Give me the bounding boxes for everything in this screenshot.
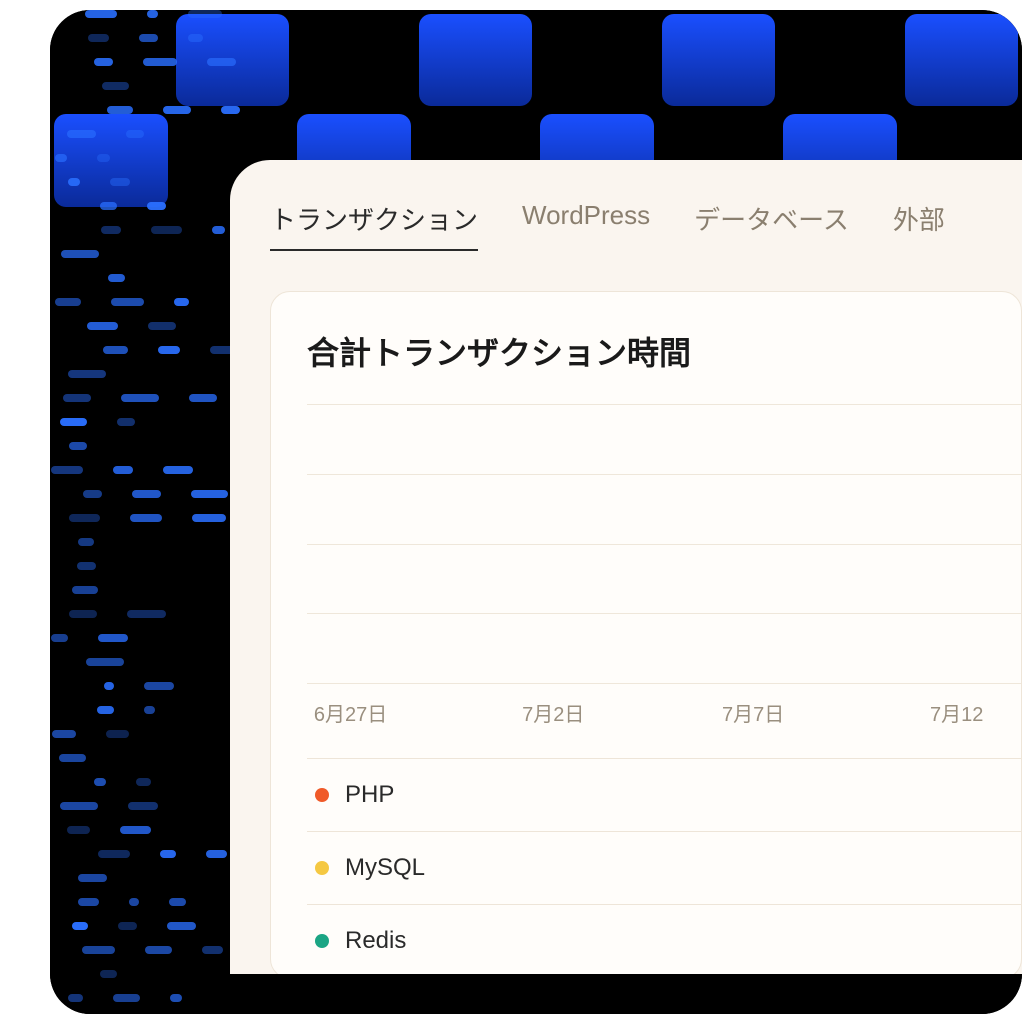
tab-1[interactable]: WordPress: [522, 200, 650, 251]
legend-item-mysql[interactable]: MySQL: [307, 832, 1021, 905]
chart-x-axis: 6月27日 7月2日 7月7日 7月12: [307, 698, 1021, 728]
legend-item-redis[interactable]: Redis: [307, 905, 1021, 974]
legend-label: PHP: [345, 781, 394, 809]
chart-title: 合計トランザクション時間: [307, 328, 1021, 374]
chart-plot-area: [307, 404, 1021, 684]
legend-item-php[interactable]: PHP: [307, 759, 1021, 832]
legend-dot-icon: [315, 788, 329, 802]
x-axis-tick: 7月2日: [522, 698, 584, 727]
tab-0[interactable]: トランザクション: [270, 200, 478, 251]
background-card: トランザクション WordPress データベース外部 合計トランザクション時間 6…: [50, 10, 1022, 1014]
tab-3[interactable]: 外部: [893, 200, 945, 251]
legend-dot-icon: [315, 934, 329, 948]
x-axis-tick: 6月27日: [314, 698, 387, 727]
chart-bars: [307, 404, 1021, 684]
x-axis-tick: 7月12: [930, 698, 983, 727]
tabs-nav: トランザクション WordPress データベース外部: [270, 200, 1022, 251]
chart-legend: PHP MySQL Redis: [307, 758, 1021, 974]
x-axis-tick: 7月7日: [722, 698, 784, 727]
tab-2[interactable]: データベース: [694, 200, 849, 251]
chart-card: 合計トランザクション時間 6月27日 7月2日 7月7日 7月12 PHP MySQL R…: [270, 291, 1022, 974]
legend-dot-icon: [315, 861, 329, 875]
dashboard-panel: トランザクション WordPress データベース外部 合計トランザクション時間 6…: [230, 160, 1022, 974]
legend-label: MySQL: [345, 854, 425, 882]
legend-label: Redis: [345, 927, 406, 955]
